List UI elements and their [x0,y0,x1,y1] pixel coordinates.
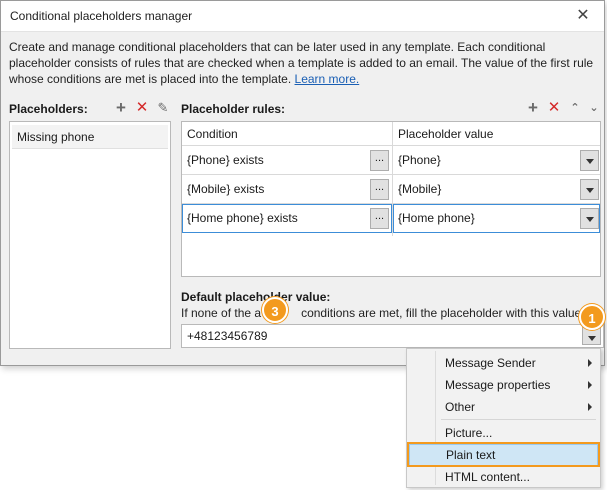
window-title: Conditional placeholders manager [10,9,193,23]
hint-end: conditions are met, fill the placeholder… [301,306,585,320]
menu-item-label: HTML content... [445,470,530,484]
placeholders-label: Placeholders: [9,102,88,116]
menu-item-picture[interactable]: Picture... [409,422,598,444]
menu-item-html-content[interactable]: HTML content... [409,466,598,488]
table-row[interactable]: {Home phone} exists ... {Home phone} [182,204,600,233]
table-row[interactable]: {Phone} exists ... {Phone} [182,146,600,175]
menu-item-label: Other [445,400,476,414]
value-dropdown-button[interactable] [580,150,599,171]
menu-item-message-properties[interactable]: Message properties [409,374,598,396]
learn-more-link[interactable]: Learn more. [295,72,360,86]
submenu-arrow-icon [588,403,592,411]
step-badge-3: 3 [262,297,288,323]
menu-item-label: Picture... [445,426,493,440]
hint-start: If none of the a [181,306,262,320]
column-header-value: Placeholder value [398,127,494,141]
add-placeholder-plus-icon[interactable]: + [113,99,129,116]
value-dropdown-button[interactable] [580,208,599,229]
table-row[interactable]: {Mobile} exists ... {Mobile} [182,175,600,204]
default-value-label: Default placeholder value: [181,290,331,304]
delete-rule-delete-icon[interactable]: ✕ [546,100,562,116]
rule-value[interactable]: {Phone} [393,146,441,175]
column-header-condition: Condition [187,127,238,141]
step-badge-1: 1 [579,304,605,330]
rules-grid: Condition Placeholder value {Phone} exis… [181,121,601,277]
menu-item-label: Message properties [445,378,551,392]
rule-value[interactable]: {Mobile} [393,175,441,204]
rule-condition[interactable]: {Home phone} exists [182,204,298,233]
grid-header: Condition Placeholder value [182,122,600,146]
close-icon[interactable]: ✕ [572,5,594,27]
list-item[interactable]: Missing phone [12,125,168,149]
rule-value[interactable]: {Home phone} [393,204,475,233]
menu-item-label: Message Sender [445,356,536,370]
description-text: Create and manage conditional placeholde… [9,39,599,87]
menu-item-other[interactable]: Other [409,396,598,418]
default-value-combo[interactable]: +48123456789 [181,324,604,348]
condition-browse-button[interactable]: ... [370,179,389,200]
submenu-arrow-icon [588,359,592,367]
default-value-hint: If none of the a conditions are met, fill… [181,306,585,320]
value-dropdown-button[interactable] [580,179,599,200]
menu-separator [441,419,596,420]
insert-context-menu: Message Sender Message properties Other … [406,348,601,488]
rule-condition[interactable]: {Mobile} exists [182,175,264,204]
rule-condition[interactable]: {Phone} exists [182,146,264,175]
submenu-arrow-icon [588,381,592,389]
menu-item-message-sender[interactable]: Message Sender [409,352,598,374]
plain-text-highlight-frame [407,442,600,467]
condition-browse-button[interactable]: ... [370,150,389,171]
edit-placeholder-edit-icon[interactable]: ✎ [155,100,171,116]
placeholders-list[interactable]: Missing phone [9,121,171,349]
condition-browse-button[interactable]: ... [370,208,389,229]
delete-placeholder-delete-icon[interactable]: ✕ [134,100,150,116]
move-down-chevron-down-icon[interactable]: ⌄ [586,100,602,116]
move-up-chevron-up-icon[interactable]: ⌃ [567,100,583,116]
title-bar: Conditional placeholders manager ✕ [1,1,604,32]
add-rule-plus-icon[interactable]: + [525,99,541,116]
dialog-window: Conditional placeholders manager ✕ Creat… [0,0,605,366]
placeholder-rules-label: Placeholder rules: [181,102,286,116]
default-value-input[interactable]: +48123456789 [187,325,267,347]
